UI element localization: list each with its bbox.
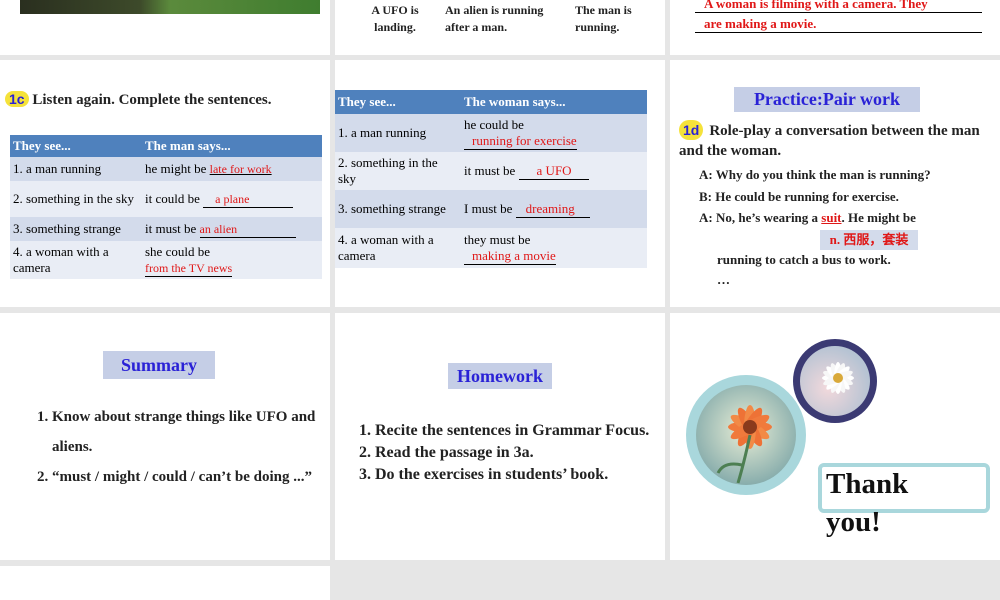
summary-list: Know about strange things like UFO and a… — [26, 402, 322, 492]
see-cell: 2. something in the sky — [10, 181, 142, 217]
table-row: 3. something strange I must be dreaming — [335, 190, 647, 228]
slide-8[interactable]: Homework Recite the sentences in Grammar… — [335, 313, 665, 560]
table-row: 1. a man running he could be running for … — [335, 114, 647, 152]
see-cell: 3. something strange — [335, 190, 461, 228]
homework-item: Read the passage in 3a. — [375, 442, 665, 464]
answer-from-tv-news: from the TV news — [145, 260, 233, 275]
table-woman-says: They see... The woman says... 1. a man r… — [335, 90, 647, 268]
dialogue-line-a2: A: No, he’s wearing a suit. He might be — [699, 210, 916, 225]
flower-image-small — [793, 339, 877, 423]
slide-9[interactable]: Thank you! — [670, 313, 1000, 560]
header-woman-says: The woman says... — [461, 90, 647, 114]
see-cell: 1. a man running — [335, 114, 461, 152]
says-cell: they must be making a movie — [461, 228, 647, 268]
answer-text-2: are making a movie. — [704, 16, 817, 31]
slide-5[interactable]: They see... The woman says... 1. a man r… — [335, 60, 665, 307]
says-cell: I must be dreaming — [461, 190, 647, 228]
see-cell: 2. something in the sky — [335, 152, 461, 190]
says-cell: it must be an alien — [142, 217, 322, 241]
see-cell: 4. a woman with a camera — [335, 228, 461, 268]
slide-2[interactable]: A UFO is landing. An alien is running af… — [335, 0, 665, 55]
dialogue-ellipsis: … — [717, 272, 730, 287]
table-row: 4. a woman with a camera they must be mak… — [335, 228, 647, 268]
answer-making-a-movie: making a movie — [472, 247, 556, 263]
homework-list: Recite the sentences in Grammar Focus. R… — [349, 420, 665, 486]
slide-4[interactable]: 1c Listen again. Complete the sentences.… — [0, 60, 330, 307]
instruction-1d: Role-play a conversation between the man… — [679, 123, 980, 159]
table-row: 2. something in the sky it must be a UFO — [335, 152, 647, 190]
table-man-says: They see... The man says... 1. a man run… — [10, 135, 322, 279]
exercise-1c-badge: 1c — [5, 91, 29, 107]
table-header-row: They see... The man says... — [10, 135, 322, 157]
answer-dreaming: dreaming — [525, 200, 575, 216]
story-image — [20, 0, 320, 14]
caption-man: The man is running. — [575, 3, 632, 34]
summary-item: Know about strange things like UFO and a… — [52, 402, 322, 462]
instruction-1c: Listen again. Complete the sentences. — [32, 92, 272, 108]
answer-a-plane: a plane — [215, 191, 250, 206]
answer-text-1: A woman is filming with a camera. They — [704, 0, 928, 11]
homework-item: Recite the sentences in Grammar Focus. — [375, 420, 665, 442]
answer-running-for-exercise: running for exercise — [472, 132, 577, 148]
slide-3[interactable]: A woman is filming with a camera. They a… — [670, 0, 1000, 55]
see-cell: 3. something strange — [10, 217, 142, 241]
word-suit: suit — [821, 210, 842, 225]
table-row: 2. something in the sky it could be a pl… — [10, 181, 322, 217]
see-cell: 4. a woman with a camera — [10, 241, 142, 279]
thank-you-text: Thank you! — [826, 468, 909, 538]
answer-an-alien: an alien — [199, 221, 238, 236]
answer-late-for-work: late for work — [209, 162, 272, 176]
table-header-row: They see... The woman says... — [335, 90, 647, 114]
flower-image-large — [686, 375, 806, 495]
dialogue-line-a1: A: Why do you think the man is running? — [699, 167, 931, 182]
homework-item: Do the exercises in students’ book. — [375, 464, 665, 486]
header-man-says: The man says... — [142, 135, 322, 157]
slide-7[interactable]: Summary Know about strange things like U… — [0, 313, 330, 560]
table-row: 4. a woman with a camera she could be fro… — [10, 241, 322, 279]
says-cell: she could be from the TV news — [142, 241, 322, 279]
table-row: 1. a man running he might be late for wo… — [10, 157, 322, 181]
see-cell: 1. a man running — [10, 157, 142, 181]
practice-title: Practice:Pair work — [734, 87, 920, 112]
answer-a-ufo: a UFO — [536, 162, 572, 178]
caption-ufo: A UFO is landing. — [371, 3, 419, 34]
summary-title: Summary — [103, 351, 215, 379]
table-row: 3. something strange it must be an alien — [10, 217, 322, 241]
slide-10[interactable] — [0, 566, 330, 600]
says-cell: he might be late for work — [142, 157, 322, 181]
says-cell: it could be a plane — [142, 181, 322, 217]
vocab-note: n. 西服，套装 — [820, 230, 918, 250]
dialogue-continuation: running to catch a bus to work. — [717, 252, 891, 267]
homework-title: Homework — [448, 363, 552, 389]
header-they-see: They see... — [10, 135, 142, 157]
dialogue-line-b: B: He could be running for exercise. — [699, 189, 899, 204]
caption-alien: An alien is running after a man. — [445, 3, 544, 34]
says-cell: it must be a UFO — [461, 152, 647, 190]
slide-6[interactable]: Practice:Pair work 1d Role-play a convers… — [670, 60, 1000, 307]
says-cell: he could be running for exercise — [461, 114, 647, 152]
exercise-1d-badge: 1d — [679, 120, 704, 140]
slide-1[interactable] — [0, 0, 330, 55]
header-they-see: They see... — [335, 90, 461, 114]
summary-item: “must / might / could / can’t be doing .… — [52, 462, 322, 492]
